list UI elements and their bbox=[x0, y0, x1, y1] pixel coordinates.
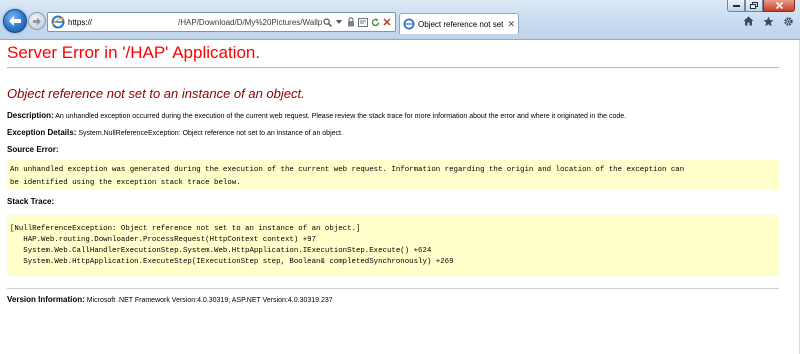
error-page: Server Error in '/HAP' Application. Obje… bbox=[0, 40, 800, 354]
lock-icon[interactable] bbox=[346, 16, 356, 28]
address-scheme: https:// bbox=[68, 17, 93, 27]
stop-icon[interactable] bbox=[382, 16, 392, 28]
exception-details-line: Exception Details: System.NullReferenceE… bbox=[7, 128, 343, 137]
home-icon[interactable] bbox=[742, 15, 754, 27]
version-divider bbox=[7, 288, 779, 289]
restore-button[interactable] bbox=[745, 0, 763, 12]
description-label: Description: bbox=[7, 111, 54, 120]
address-host-redacted bbox=[92, 16, 178, 28]
error-heading: Object reference not set to an instance … bbox=[7, 86, 305, 101]
back-arrow-icon bbox=[9, 16, 21, 26]
description-text: An unhandled exception occurred during t… bbox=[55, 113, 627, 120]
description-line: Description: An unhandled exception occu… bbox=[7, 111, 626, 120]
address-bar[interactable]: https:// /HAP/Download/D/My%20Pictures/W… bbox=[47, 12, 396, 32]
stack-trace-line-4: System.Web.HttpApplication.ExecuteStep(I… bbox=[10, 258, 454, 266]
stack-trace-line-3: System.Web.CallHandlerExecutionStep.Syst… bbox=[10, 247, 432, 255]
source-error-line-2: be identified using the exception stack … bbox=[10, 179, 241, 187]
stack-trace-line-1: [NullReferenceException: Object referenc… bbox=[10, 225, 361, 233]
page-title: Server Error in '/HAP' Application. bbox=[7, 43, 261, 62]
ie-page-icon bbox=[403, 18, 415, 30]
star-icon[interactable] bbox=[762, 15, 774, 27]
back-button[interactable] bbox=[3, 9, 27, 33]
address-path: /HAP/Download/D/My%20Pictures/Wallpapers… bbox=[178, 17, 322, 27]
close-icon bbox=[775, 2, 783, 9]
minimize-button[interactable] bbox=[727, 0, 745, 12]
minimize-icon bbox=[732, 5, 740, 7]
exception-details-label: Exception Details: bbox=[7, 128, 77, 137]
restore-icon bbox=[750, 2, 758, 9]
tab-active[interactable]: Object reference not set to ... ✕ bbox=[399, 13, 519, 34]
forward-arrow-icon bbox=[33, 17, 41, 25]
ie-site-icon bbox=[51, 15, 65, 29]
gear-icon[interactable] bbox=[782, 15, 794, 27]
tab-close-icon[interactable]: ✕ bbox=[507, 19, 515, 30]
tab-title: Object reference not set to ... bbox=[418, 19, 505, 29]
close-window-button[interactable] bbox=[763, 0, 795, 12]
version-information-text: Microsoft .NET Framework Version:4.0.303… bbox=[86, 297, 333, 304]
version-information-line: Version Information: Microsoft .NET Fram… bbox=[7, 295, 333, 304]
stack-trace-line-2: HAP.Web.routing.Downloader.ProcessReques… bbox=[10, 236, 317, 244]
stack-trace-label: Stack Trace: bbox=[7, 197, 55, 206]
source-error-box: An unhandled exception was generated dur… bbox=[7, 160, 779, 190]
title-divider bbox=[7, 67, 779, 68]
version-information-label: Version Information: bbox=[7, 295, 85, 304]
dropdown-arrow-icon[interactable] bbox=[334, 16, 344, 28]
source-error-line-1: An unhandled exception was generated dur… bbox=[10, 166, 685, 174]
window-controls bbox=[727, 0, 795, 12]
refresh-icon[interactable] bbox=[370, 16, 380, 28]
forward-button[interactable] bbox=[28, 12, 46, 30]
search-icon[interactable] bbox=[322, 16, 332, 28]
browser-toolbar: https:// /HAP/Download/D/My%20Pictures/W… bbox=[0, 0, 800, 40]
exception-details-text: System.NullReferenceException: Object re… bbox=[78, 130, 343, 137]
source-error-label: Source Error: bbox=[7, 145, 59, 154]
compatibility-view-icon[interactable] bbox=[358, 16, 368, 28]
stack-trace-box: [NullReferenceException: Object referenc… bbox=[7, 215, 779, 276]
